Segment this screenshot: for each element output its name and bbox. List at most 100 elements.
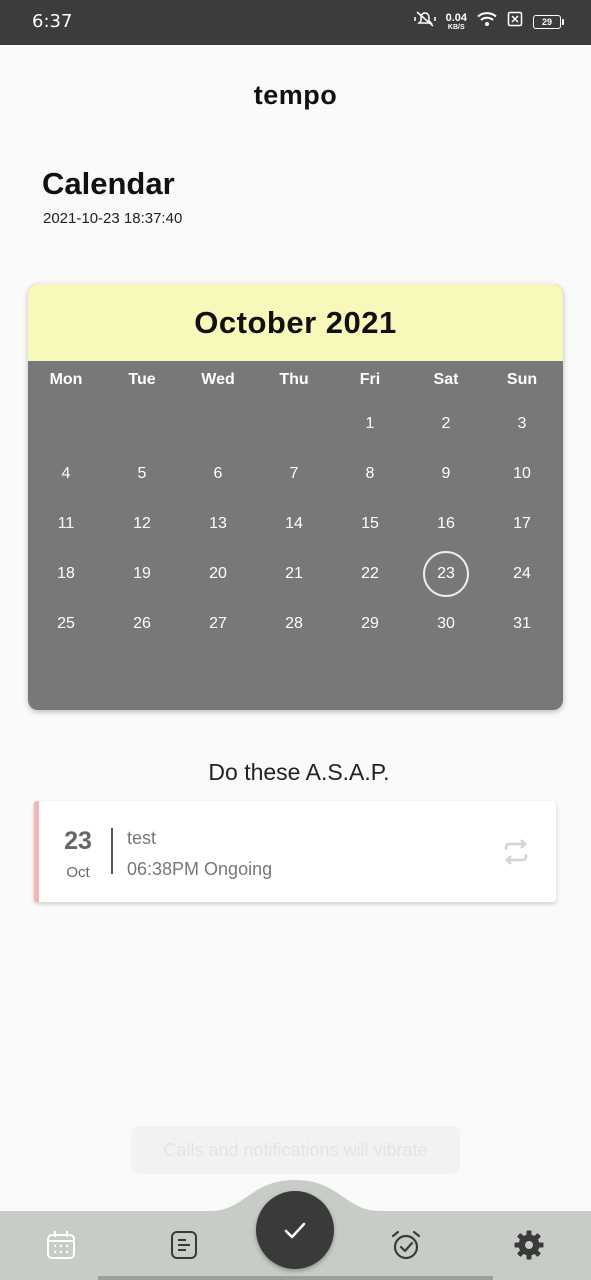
task-card[interactable]: 23 Oct test 06:38PM Ongoing: [34, 801, 556, 902]
calendar-day-number: 19: [133, 565, 151, 582]
calendar-day-number: 27: [209, 615, 227, 632]
weekday-label: Sat: [433, 371, 459, 388]
alarm-check-icon[interactable]: [389, 1228, 423, 1262]
calendar-week-row: 25 26 27 28 29 30 31: [28, 599, 563, 649]
calendar-month-label[interactable]: October 2021: [28, 284, 563, 361]
calendar-day-number: 14: [285, 515, 303, 532]
network-speed: 0.04 KB/S: [445, 11, 467, 31]
calendar-day-number: 18: [57, 565, 75, 582]
weekday-header-row: Mon Tue Wed Thu Fri Sat Sun: [28, 361, 563, 399]
calendar-day[interactable]: 4: [28, 449, 104, 499]
vibrate-mute-icon: [413, 10, 436, 33]
weekday-label: Tue: [128, 371, 156, 388]
calendar-day-number: 28: [285, 615, 303, 632]
settings-icon[interactable]: [512, 1228, 546, 1262]
calendar-day[interactable]: 12: [104, 499, 180, 549]
calendar-day-number: 7: [289, 465, 299, 482]
app-title: tempo: [253, 80, 338, 110]
list-icon[interactable]: [167, 1228, 201, 1262]
task-month: Oct: [66, 864, 90, 881]
home-indicator: [98, 1276, 493, 1280]
sim-error-icon: [507, 11, 523, 32]
calendar-day-number: [43, 401, 89, 447]
calendar-day[interactable]: 24: [484, 549, 560, 599]
calendar-week-row: 4 5 6 7 8 9 10: [28, 449, 563, 499]
calendar-day-number: 4: [61, 465, 71, 482]
calendar-week-row: 18 19 20 21 22 23 24: [28, 549, 563, 599]
calendar-day-number: 1: [365, 415, 375, 432]
calendar-day[interactable]: 27: [180, 599, 256, 649]
calendar-day[interactable]: 11: [28, 499, 104, 549]
calendar-day[interactable]: 25: [28, 599, 104, 649]
page-title: Calendar: [42, 166, 175, 201]
calendar-day-number: 13: [209, 515, 227, 532]
status-time: 6:37: [32, 11, 73, 32]
calendar-day-number: 12: [133, 515, 151, 532]
task-day: 23: [64, 827, 92, 855]
calendar-day[interactable]: 8: [332, 449, 408, 499]
calendar-day[interactable]: 22: [332, 549, 408, 599]
current-timestamp: 2021-10-23 18:37:40: [43, 210, 183, 227]
calendar-day[interactable]: 17: [484, 499, 560, 549]
calendar-day[interactable]: 5: [104, 449, 180, 499]
calendar-day-number: [119, 401, 165, 447]
calendar-day[interactable]: 30: [408, 599, 484, 649]
repeat-icon[interactable]: [501, 837, 531, 867]
calendar-day[interactable]: 14: [256, 499, 332, 549]
calendar-empty-cell: [256, 399, 332, 449]
calendar-day-number: 24: [513, 565, 531, 582]
calendar-day[interactable]: 31: [484, 599, 560, 649]
calendar-week-row: 11 12 13 14 15 16 17: [28, 499, 563, 549]
status-icons: 0.04 KB/S 29: [413, 10, 564, 33]
wifi-icon: [477, 11, 497, 32]
weekday-label: Sun: [506, 371, 538, 388]
calendar-grid: 1 2 3 4 5 6 7 8 9 10 11 12 13 14 15 16 17 18 19 20 21 22 23 24 2…: [28, 399, 563, 649]
task-date: 23 Oct: [61, 827, 95, 881]
calendar-day-selected[interactable]: 23: [408, 549, 484, 599]
calendar-empty-cell: [104, 399, 180, 449]
calendar-day-number: 2: [441, 415, 451, 432]
calendar-day-number: 23: [423, 551, 469, 597]
calendar-day[interactable]: 1: [332, 399, 408, 449]
calendar-day[interactable]: 7: [256, 449, 332, 499]
calendar-icon[interactable]: [44, 1228, 78, 1262]
calendar-day[interactable]: 2: [408, 399, 484, 449]
calendar-day[interactable]: 29: [332, 599, 408, 649]
calendar-day-number: 31: [513, 615, 531, 632]
calendar-week-row: 1 2 3: [28, 399, 563, 449]
calendar-day[interactable]: 15: [332, 499, 408, 549]
calendar-day-number: 3: [517, 415, 527, 432]
calendar-day-number: 22: [361, 565, 379, 582]
task-divider: [111, 828, 113, 874]
calendar-day-number: 29: [361, 615, 379, 632]
calendar-day[interactable]: 26: [104, 599, 180, 649]
weekday-label: Thu: [279, 371, 309, 388]
weekday-label: Mon: [49, 371, 83, 388]
calendar-day[interactable]: 20: [180, 549, 256, 599]
calendar-day[interactable]: 21: [256, 549, 332, 599]
calendar-day-number: 5: [137, 465, 147, 482]
task-detail: 06:38PM Ongoing: [127, 859, 273, 879]
calendar-day[interactable]: 28: [256, 599, 332, 649]
calendar-day-number: 6: [213, 465, 223, 482]
calendar-day-number: 11: [57, 515, 75, 532]
calendar-day[interactable]: 13: [180, 499, 256, 549]
calendar-day[interactable]: 18: [28, 549, 104, 599]
calendar-day-number: 20: [209, 565, 227, 582]
calendar-day[interactable]: 3: [484, 399, 560, 449]
toast-message: Calls and notifications will vibrate: [131, 1126, 460, 1174]
calendar-day-number: 9: [441, 465, 451, 482]
calendar-day-number: 16: [437, 515, 455, 532]
calendar-day-number: 15: [361, 515, 379, 532]
calendar-day[interactable]: 6: [180, 449, 256, 499]
weekday-label: Fri: [359, 371, 381, 388]
calendar-day[interactable]: 19: [104, 549, 180, 599]
calendar-day-number: 26: [133, 615, 151, 632]
check-icon[interactable]: [256, 1191, 334, 1269]
tasks-section-title: Do these A.S.A.P.: [208, 759, 390, 785]
calendar-day-number: 17: [513, 515, 531, 532]
calendar-day[interactable]: 10: [484, 449, 560, 499]
calendar-day[interactable]: 9: [408, 449, 484, 499]
calendar-day[interactable]: 16: [408, 499, 484, 549]
status-bar: 6:37 0.04 KB/S 29: [0, 0, 591, 45]
